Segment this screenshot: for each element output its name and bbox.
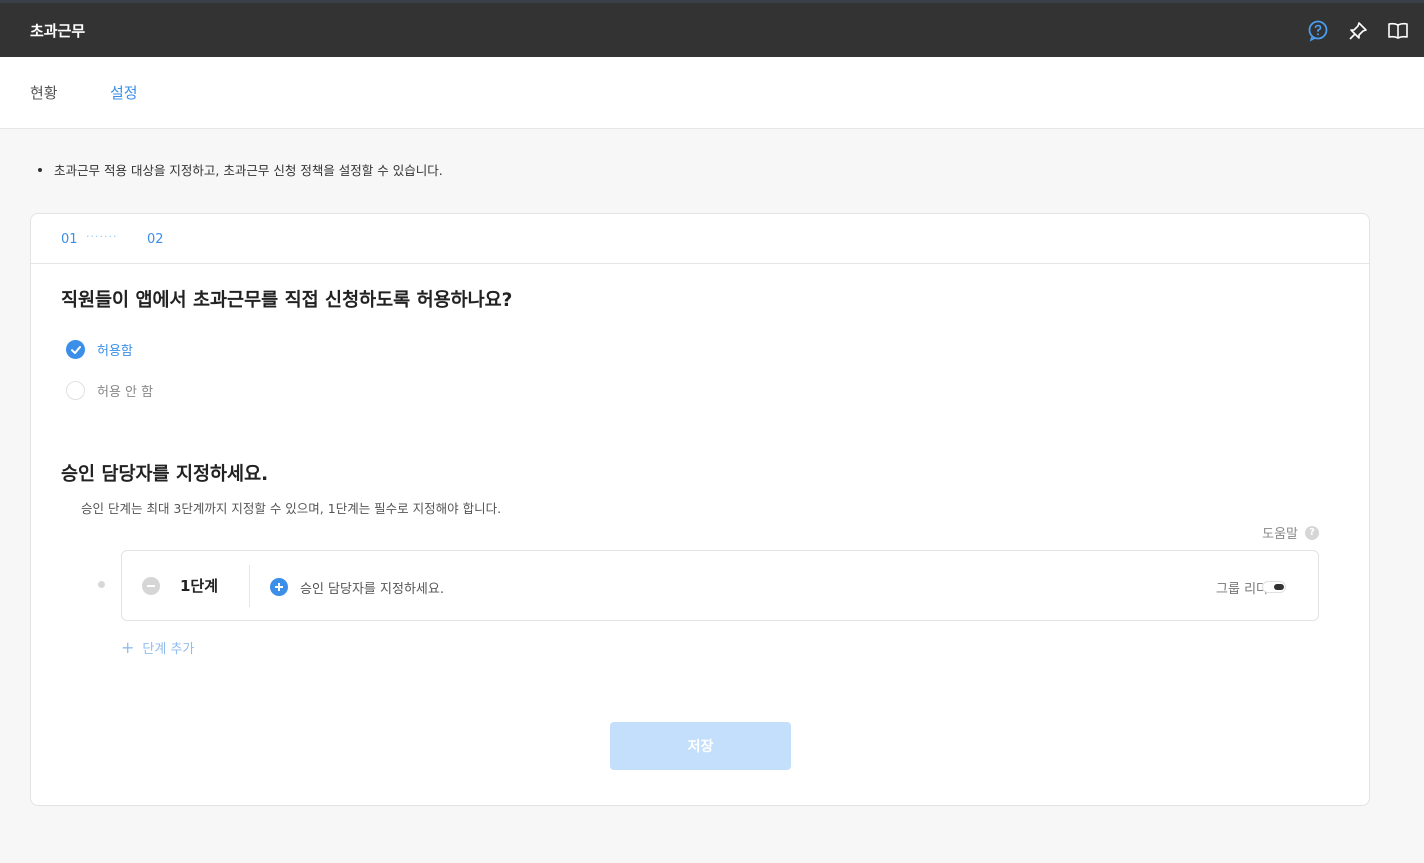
add-approver-button[interactable] [270, 578, 288, 596]
step-dots: ······· [86, 230, 118, 243]
header-icons [1306, 19, 1410, 43]
remove-stage-button[interactable] [142, 577, 160, 595]
plus-icon: + [121, 638, 135, 657]
question-title: 직원들이 앱에서 초과근무를 직접 신청하도록 허용하나요? [61, 290, 513, 311]
divider [249, 565, 250, 607]
bullet-icon [38, 167, 42, 172]
radio-disallow[interactable]: 허용 안 함 [66, 381, 153, 400]
step-indicator: 01 ······· 02 [31, 214, 1369, 264]
step-02[interactable]: 02 [147, 232, 164, 247]
save-button[interactable]: 저장 [610, 722, 791, 770]
stage-dot-icon [98, 581, 105, 588]
minus-icon [147, 585, 155, 587]
step-01[interactable]: 01 [61, 232, 78, 247]
radio-allow-label: 허용함 [97, 344, 133, 359]
radio-allow[interactable]: 허용함 [66, 340, 133, 359]
notice: 초과근무 적용 대상을 지정하고, 초과근무 신청 정책을 설정할 수 있습니다… [38, 160, 443, 179]
tab-bar: 현황 설정 [0, 57, 1424, 129]
app-title: 초과근무 [30, 22, 86, 40]
notice-text: 초과근무 적용 대상을 지정하고, 초과근무 신청 정책을 설정할 수 있습니다… [54, 163, 443, 178]
help-label: 도움말 [1262, 527, 1298, 542]
approval-stage-1: 1단계 승인 담당자를 지정하세요. 그룹 리더 [121, 550, 1319, 621]
settings-card: 01 ······· 02 직원들이 앱에서 초과근무를 직접 신청하도록 허용… [30, 213, 1370, 806]
approver-description: 승인 단계는 최대 3단계까지 지정할 수 있으며, 1단계는 필수로 지정해야… [81, 501, 502, 516]
pin-icon[interactable] [1346, 19, 1370, 43]
group-leader-label: 그룹 리더 [1216, 582, 1268, 597]
add-step-button[interactable]: + 단계 추가 [121, 638, 194, 657]
check-circle-icon[interactable] [66, 340, 85, 359]
help-circle-icon[interactable] [1306, 19, 1330, 43]
question-mark-icon: ? [1305, 525, 1319, 540]
plus-icon [275, 583, 283, 591]
book-icon[interactable] [1386, 19, 1410, 43]
empty-circle-icon[interactable] [66, 381, 85, 400]
help-link[interactable]: 도움말 ? [1262, 523, 1319, 542]
add-step-label: 단계 추가 [142, 642, 195, 657]
assign-approver-text[interactable]: 승인 담당자를 지정하세요. [300, 578, 444, 597]
top-bar: 초과근무 [0, 0, 1424, 57]
radio-disallow-label: 허용 안 함 [97, 385, 154, 400]
tab-settings[interactable]: 설정 [110, 82, 138, 103]
toggle-knob [1274, 584, 1284, 590]
stage-label: 1단계 [180, 577, 219, 595]
tab-status[interactable]: 현황 [30, 82, 58, 103]
approver-title: 승인 담당자를 지정하세요. [61, 464, 269, 485]
group-leader-toggle[interactable] [1262, 581, 1286, 593]
